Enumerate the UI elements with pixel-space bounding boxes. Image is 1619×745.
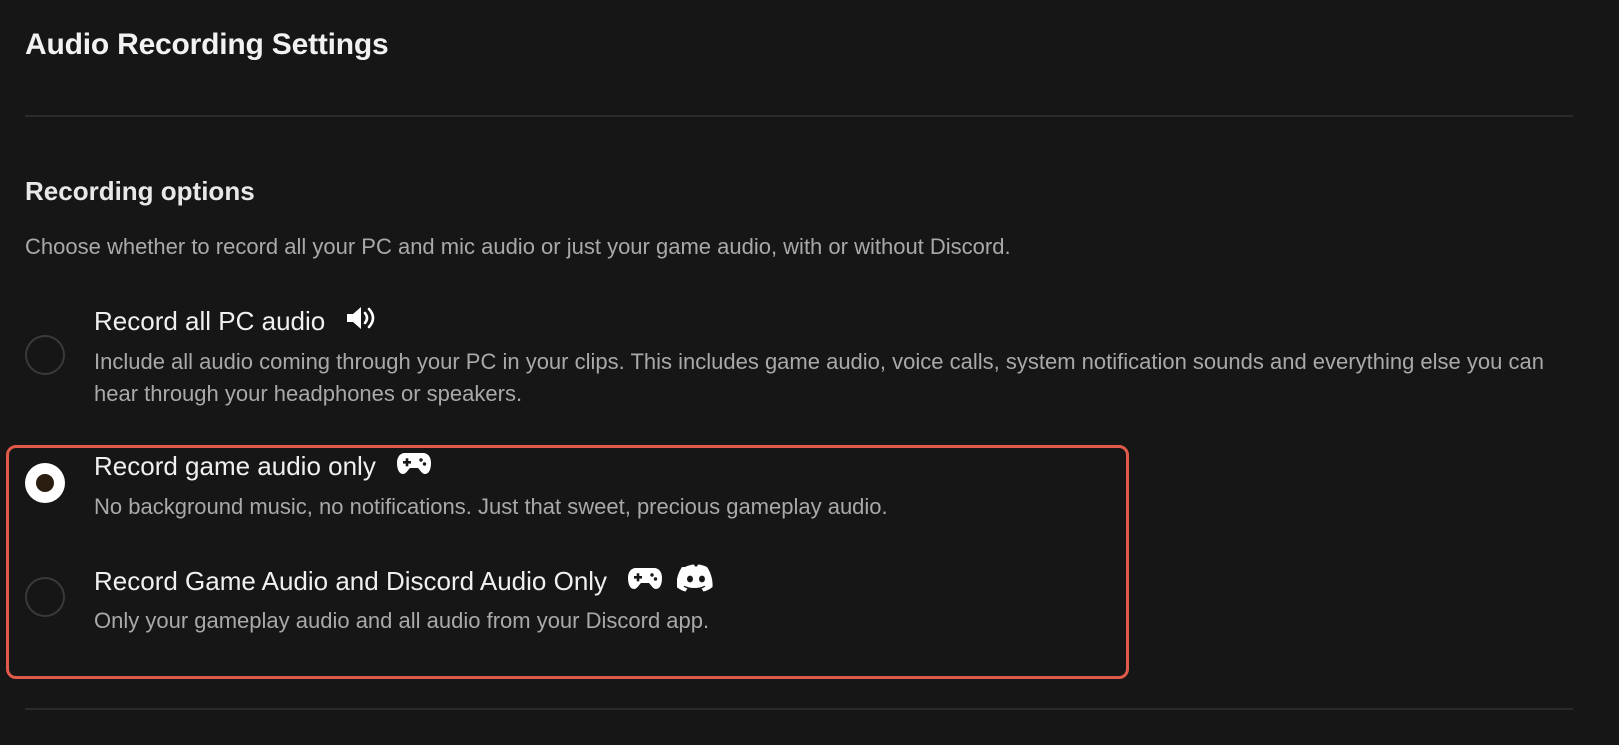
option-record-all-pc-audio[interactable]: Record all PC audio Include all audio co… bbox=[25, 305, 1565, 415]
radio-record-game-and-discord-audio[interactable] bbox=[25, 577, 65, 617]
option-title-row: Record all PC audio bbox=[94, 305, 377, 338]
option-title-row: Record game audio only bbox=[94, 450, 432, 483]
section-description: Choose whether to record all your PC and… bbox=[25, 234, 1011, 259]
option-record-game-and-discord-audio[interactable]: Record Game Audio and Discord Audio Only bbox=[25, 564, 1565, 644]
option-title: Record game audio only bbox=[94, 451, 376, 481]
option-description: Include all audio coming through your PC… bbox=[94, 349, 1544, 406]
page-title: Audio Recording Settings bbox=[25, 28, 389, 61]
option-title-row: Record Game Audio and Discord Audio Only bbox=[94, 564, 715, 599]
radio-record-game-audio-only[interactable] bbox=[25, 463, 65, 503]
speaker-icon bbox=[345, 305, 377, 338]
section-title: Recording options bbox=[25, 176, 255, 206]
option-title: Record all PC audio bbox=[94, 306, 326, 336]
audio-recording-settings-page: Audio Recording Settings Recording optio… bbox=[0, 0, 1619, 745]
radio-record-all-pc-audio[interactable] bbox=[25, 335, 65, 375]
gamepad-icon bbox=[627, 565, 663, 598]
footer-divider bbox=[25, 708, 1573, 710]
option-description: Only your gameplay audio and all audio f… bbox=[94, 608, 710, 633]
option-record-game-audio-only[interactable]: Record game audio only No background mus… bbox=[25, 450, 1565, 530]
gamepad-icon bbox=[396, 450, 432, 483]
discord-icon bbox=[676, 564, 715, 599]
option-description: No background music, no notifications. J… bbox=[94, 494, 888, 519]
option-title: Record Game Audio and Discord Audio Only bbox=[94, 566, 608, 596]
header-divider bbox=[25, 115, 1573, 117]
